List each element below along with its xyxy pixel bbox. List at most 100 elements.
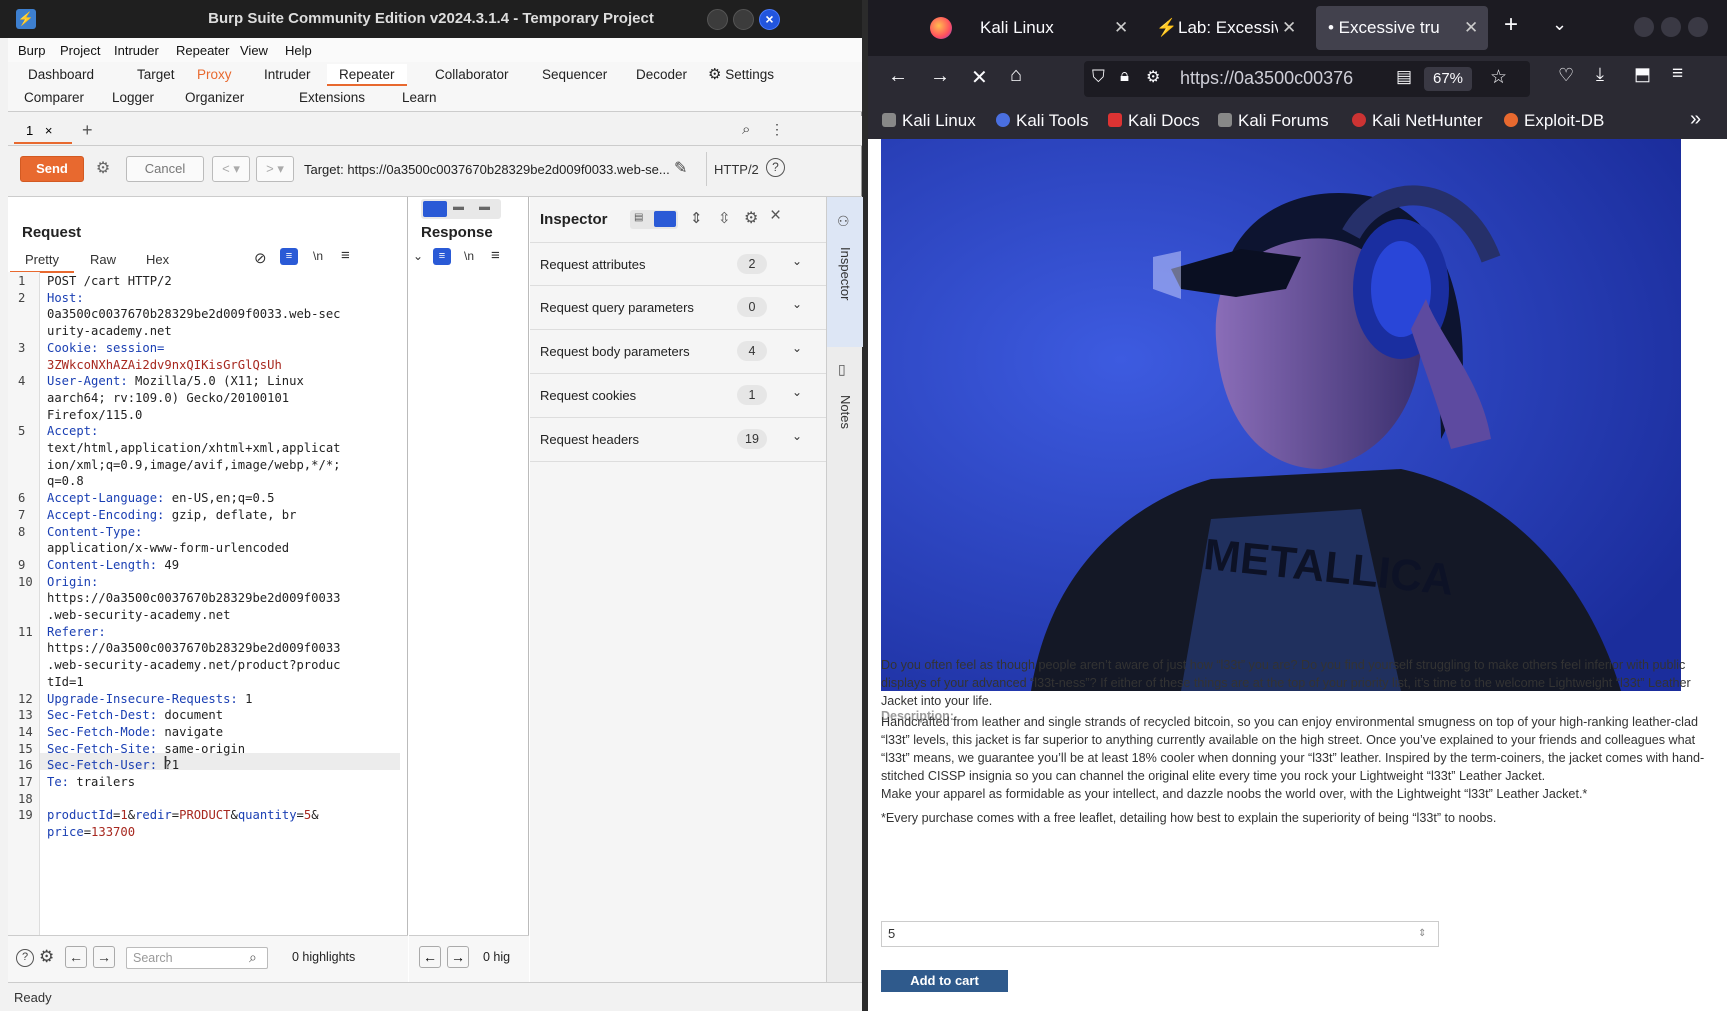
help-icon[interactable]: ? — [766, 158, 785, 177]
add-tab-button[interactable]: + — [82, 120, 93, 141]
downloads-icon[interactable]: ⤓ — [1596, 64, 1604, 85]
menu-repeater[interactable]: Repeater — [176, 43, 229, 58]
http-version[interactable]: HTTP/2 — [714, 162, 759, 177]
inspector-row[interactable]: Request query parameters 0 ⌄ — [530, 286, 826, 330]
tab-settings[interactable]: ⚙ Settings — [708, 64, 774, 86]
cancel-button[interactable]: Cancel — [126, 156, 204, 182]
maximize-button[interactable] — [1661, 17, 1681, 37]
spin-arrows-icon[interactable]: ⇕ — [1418, 922, 1426, 946]
minimize-button[interactable] — [1634, 17, 1654, 37]
minimize-button[interactable] — [707, 9, 728, 30]
back-icon[interactable]: ← — [888, 65, 908, 88]
extensions-icon[interactable]: ⬒ — [1634, 64, 1651, 85]
list-view-icon[interactable]: ▤ — [634, 212, 643, 223]
close-window-button[interactable]: × — [759, 9, 780, 30]
chevron-down-icon[interactable]: ⌄ — [792, 254, 802, 268]
close-tab-icon[interactable]: × — [45, 123, 53, 138]
quantity-stepper[interactable]: 5 ⇕ — [881, 921, 1439, 947]
menu-icon[interactable]: ≡ — [341, 247, 350, 264]
menu-burp[interactable]: Burp — [18, 43, 45, 58]
inspector-row[interactable]: Request cookies 1 ⌄ — [530, 374, 826, 418]
pretty-print-icon[interactable]: ≡ — [280, 248, 298, 265]
pretty-print-icon[interactable]: ≡ — [433, 248, 451, 265]
bookmark-star-icon[interactable]: ☆ — [1490, 66, 1507, 89]
tab-proxy[interactable]: Proxy — [197, 64, 232, 86]
tab-raw[interactable]: Raw — [90, 252, 116, 267]
bookmark-kali-linux[interactable]: Kali Linux — [882, 111, 976, 131]
menu-view[interactable]: View — [240, 43, 268, 58]
bookmark-exploit-db[interactable]: Exploit-DB — [1504, 111, 1604, 131]
chevron-down-icon[interactable]: ⌄ — [792, 297, 802, 311]
tab-pretty[interactable]: Pretty — [25, 252, 59, 267]
settings-gear-icon[interactable]: ⚙ — [744, 208, 758, 228]
url-bar[interactable]: ⛉ 🔒︎ ⚙ https://0a3500c00376 ▤ 67% ☆ — [1084, 61, 1530, 97]
tab-intruder[interactable]: Intruder — [264, 64, 311, 86]
menu-intruder[interactable]: Intruder — [114, 43, 159, 58]
forward-icon[interactable]: → — [930, 65, 950, 88]
chevron-down-icon[interactable]: ⌄ — [413, 249, 423, 263]
stop-loading-icon[interactable]: ✕ — [971, 65, 988, 90]
next-match-button[interactable]: → — [93, 946, 115, 968]
card-view-icon[interactable] — [654, 211, 676, 227]
maximize-button[interactable] — [733, 9, 754, 30]
browser-tab[interactable]: Kali Linux ✕ — [968, 6, 1138, 50]
layout-stacked-icon[interactable]: ▬ — [453, 201, 464, 213]
tab-organizer[interactable]: Organizer — [185, 87, 244, 109]
search-input[interactable]: Search ⌕ — [126, 947, 268, 969]
chevron-down-icon[interactable]: ⌄ — [792, 429, 802, 443]
lock-icon[interactable]: 🔒︎ — [1120, 66, 1129, 86]
menu-help[interactable]: Help — [285, 43, 312, 58]
more-options-icon[interactable]: ⋮ — [770, 121, 784, 138]
browser-tab[interactable]: ⚡ Lab: Excessiv ✕ — [1146, 6, 1306, 50]
tab-target[interactable]: Target — [137, 64, 175, 86]
settings-gear-icon[interactable]: ⚙ — [90, 156, 116, 182]
side-tab-notes[interactable]: ▯ Notes — [827, 347, 863, 447]
browser-tab-active[interactable]: • Excessive tru ✕ — [1316, 6, 1488, 50]
close-window-button[interactable] — [1688, 17, 1708, 37]
settings-gear-icon[interactable]: ⚙ — [39, 947, 54, 967]
add-to-cart-button[interactable]: Add to cart — [881, 970, 1008, 992]
inspector-row[interactable]: Request body parameters 4 ⌄ — [530, 330, 826, 374]
close-tab-icon[interactable]: ✕ — [1464, 6, 1478, 50]
tab-learn[interactable]: Learn — [402, 87, 437, 109]
edit-target-icon[interactable]: ✎ — [674, 158, 687, 178]
tab-hex[interactable]: Hex — [146, 252, 169, 267]
next-match-button[interactable]: → — [447, 946, 469, 968]
pocket-icon[interactable]: ♡ — [1558, 65, 1574, 86]
tab-collaborator[interactable]: Collaborator — [435, 64, 509, 86]
menu-icon[interactable]: ≡ — [491, 247, 500, 264]
repeater-tab-1[interactable]: 1 × — [14, 118, 72, 144]
prev-history-button[interactable]: < ▾ — [212, 156, 250, 182]
tab-sequencer[interactable]: Sequencer — [542, 64, 607, 86]
tab-decoder[interactable]: Decoder — [636, 64, 687, 86]
tab-repeater[interactable]: Repeater — [327, 64, 407, 86]
bookmark-kali-forums[interactable]: Kali Forums — [1218, 111, 1329, 131]
prev-match-button[interactable]: ← — [419, 946, 441, 968]
new-tab-button[interactable]: + — [1504, 11, 1518, 39]
layout-tabs-icon[interactable]: ▬ — [479, 201, 490, 213]
bookmark-kali-docs[interactable]: Kali Docs — [1108, 111, 1200, 131]
send-button[interactable]: Send — [20, 156, 84, 182]
tab-comparer[interactable]: Comparer — [24, 87, 84, 109]
hide-nonprint-icon[interactable]: ⊘ — [254, 249, 267, 267]
list-tabs-chevron-icon[interactable]: ⌄ — [1552, 14, 1567, 35]
zoom-level-button[interactable]: 67% — [1424, 67, 1472, 91]
search-icon[interactable]: ⌕ — [742, 121, 750, 138]
close-tab-icon[interactable]: ✕ — [1282, 6, 1296, 50]
help-icon[interactable]: ? — [16, 949, 34, 967]
menu-project[interactable]: Project — [60, 43, 100, 58]
collapse-all-icon[interactable]: ⇳ — [718, 209, 731, 227]
shield-icon[interactable]: ⛉ — [1092, 67, 1105, 87]
bookmark-kali-nethunter[interactable]: Kali NetHunter — [1352, 111, 1483, 131]
close-tab-icon[interactable]: ✕ — [1114, 6, 1128, 50]
reader-view-icon[interactable]: ▤ — [1396, 67, 1412, 87]
tab-dashboard[interactable]: Dashboard — [28, 64, 94, 86]
tab-logger[interactable]: Logger — [112, 87, 154, 109]
expand-all-icon[interactable]: ⇕ — [690, 209, 703, 227]
more-bookmarks-icon[interactable]: » — [1690, 108, 1701, 131]
prev-match-button[interactable]: ← — [65, 946, 87, 968]
tab-extensions[interactable]: Extensions — [299, 87, 365, 109]
bookmark-kali-tools[interactable]: Kali Tools — [996, 111, 1088, 131]
layout-side-by-side-icon[interactable] — [423, 201, 447, 217]
newline-toggle[interactable]: \n — [313, 249, 323, 263]
